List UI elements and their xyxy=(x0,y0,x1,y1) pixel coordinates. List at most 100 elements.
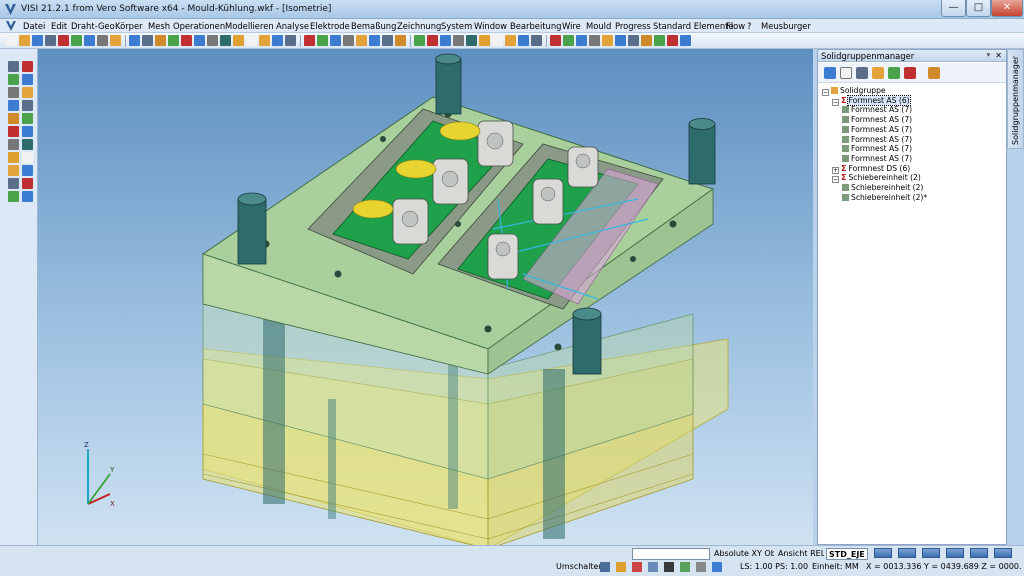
stop-icon[interactable] xyxy=(632,562,642,572)
tree-item[interactable]: Formnest AS (7) xyxy=(842,144,912,154)
toolbar-tool-icon[interactable] xyxy=(71,35,82,46)
toolbar-tool-icon[interactable] xyxy=(654,35,665,46)
toolbar-tool-icon[interactable] xyxy=(576,35,587,46)
toolbar-tool-icon[interactable] xyxy=(427,35,438,46)
menu-bemaßung[interactable]: Bemaßung xyxy=(350,19,397,33)
menu-wire[interactable]: Wire xyxy=(561,19,582,33)
side-tool-icon[interactable] xyxy=(22,61,33,72)
side-tool-icon[interactable] xyxy=(22,87,33,98)
menu-system[interactable]: System xyxy=(440,19,473,33)
side-tool-icon[interactable] xyxy=(22,191,33,202)
side-tool-icon[interactable] xyxy=(8,87,19,98)
pin-icon[interactable]: ᵠ xyxy=(987,50,990,62)
toolbar-tool-icon[interactable] xyxy=(343,35,354,46)
tree-item[interactable]: Schiebereinheit (2) xyxy=(842,183,923,193)
menu-mould[interactable]: Mould xyxy=(585,19,612,33)
tree-group[interactable]: + Σ Formnest DS (6) xyxy=(832,164,910,174)
tree-group[interactable]: − Σ Schiebereinheit (2) xyxy=(832,173,921,184)
toolbar-tool-icon[interactable] xyxy=(382,35,393,46)
toolbar-tool-icon[interactable] xyxy=(563,35,574,46)
toolbar-tool-icon[interactable] xyxy=(466,35,477,46)
menu-standard-elemente[interactable]: Standard Elemente xyxy=(652,19,735,33)
folder-icon[interactable] xyxy=(872,67,884,79)
toolbar-tool-icon[interactable] xyxy=(129,35,140,46)
toolbar-tool-icon[interactable] xyxy=(32,35,43,46)
collapse-icon[interactable]: − xyxy=(832,176,839,184)
menu-meusburger[interactable]: Meusburger xyxy=(760,19,812,33)
color-icon[interactable] xyxy=(904,67,916,79)
toolbar-tool-icon[interactable] xyxy=(531,35,542,46)
toolbar-tool-icon[interactable] xyxy=(641,35,652,46)
settings-icon[interactable] xyxy=(928,67,940,79)
status-button-2[interactable] xyxy=(898,548,916,558)
menu-datei[interactable]: Datei xyxy=(22,19,46,33)
toolbar-tool-icon[interactable] xyxy=(110,35,121,46)
toolbar-tool-icon[interactable] xyxy=(615,35,626,46)
side-tool-icon[interactable] xyxy=(8,113,19,124)
toolbar-tool-icon[interactable] xyxy=(550,35,561,46)
side-tool-icon[interactable] xyxy=(8,126,19,137)
status-button-6[interactable] xyxy=(994,548,1012,558)
toolbar-tool-icon[interactable] xyxy=(492,35,503,46)
tree-item[interactable]: Formnest AS (7) xyxy=(842,154,912,164)
toolbar-tool-icon[interactable] xyxy=(628,35,639,46)
maximize-button[interactable]: □ xyxy=(966,0,991,17)
print-icon[interactable] xyxy=(600,562,610,572)
panel-close-icon[interactable]: ✕ xyxy=(995,50,1002,62)
toolbar-tool-icon[interactable] xyxy=(58,35,69,46)
side-tool-icon[interactable] xyxy=(8,100,19,111)
menu-modellieren[interactable]: Modellieren xyxy=(224,19,275,33)
side-tool-icon[interactable] xyxy=(8,191,19,202)
monitor-icon[interactable] xyxy=(712,562,722,572)
toolbar-tool-icon[interactable] xyxy=(667,35,678,46)
tree-item[interactable]: Formnest AS (7) xyxy=(842,125,912,135)
toolbar-tool-icon[interactable] xyxy=(369,35,380,46)
snap-icon[interactable] xyxy=(616,562,626,572)
refresh-icon[interactable] xyxy=(824,67,836,79)
toolbar-tool-icon[interactable] xyxy=(285,35,296,46)
side-tool-icon[interactable] xyxy=(22,152,33,163)
menu-draht-geo[interactable]: Draht-Geo xyxy=(70,19,116,33)
3d-viewport[interactable]: Z X Y xyxy=(38,49,813,545)
menu-progress[interactable]: Progress xyxy=(614,19,652,33)
toolbar-tool-icon[interactable] xyxy=(317,35,328,46)
toolbar-tool-icon[interactable] xyxy=(194,35,205,46)
new-group-icon[interactable] xyxy=(840,67,852,79)
menu--[interactable]: ? xyxy=(746,19,752,33)
tree-root[interactable]: − Solidgruppe xyxy=(822,86,886,96)
tree-item[interactable]: Formnest AS (7) xyxy=(842,115,912,125)
toolbar-tool-icon[interactable] xyxy=(181,35,192,46)
mould-3d-model[interactable]: Z X Y xyxy=(38,49,813,545)
toolbar-tool-icon[interactable] xyxy=(84,35,95,46)
side-tool-icon[interactable] xyxy=(8,74,19,85)
menu-mesh[interactable]: Mesh xyxy=(147,19,171,33)
menu-körper[interactable]: Körper xyxy=(114,19,144,33)
toolbar-tool-icon[interactable] xyxy=(97,35,108,46)
filter-icon[interactable] xyxy=(888,67,900,79)
status-button-1[interactable] xyxy=(874,548,892,558)
save-icon[interactable] xyxy=(856,67,868,79)
toolbar-tool-icon[interactable] xyxy=(233,35,244,46)
layer-field[interactable]: STD_EJE xyxy=(826,548,868,560)
view-label[interactable]: Ansicht REL xyxy=(776,548,824,560)
side-tool-icon[interactable] xyxy=(22,139,33,150)
grid-icon[interactable] xyxy=(648,562,658,572)
command-input[interactable] xyxy=(632,548,710,560)
toolbar-tool-icon[interactable] xyxy=(680,35,691,46)
toolbar-tool-icon[interactable] xyxy=(207,35,218,46)
side-tab-solidgroup[interactable]: Solidgruppenmanager xyxy=(1007,49,1024,149)
tree-item[interactable]: Schiebereinheit (2)* xyxy=(842,193,927,203)
toolbar-tool-icon[interactable] xyxy=(518,35,529,46)
toggle-label[interactable]: Umschalten xyxy=(554,561,606,573)
toolbar-tool-icon[interactable] xyxy=(440,35,451,46)
menu-window[interactable]: Window xyxy=(473,19,508,33)
toolbar-tool-icon[interactable] xyxy=(6,35,17,46)
toolbar-tool-icon[interactable] xyxy=(479,35,490,46)
collapse-icon[interactable]: − xyxy=(832,98,839,106)
close-button[interactable]: ✕ xyxy=(991,0,1023,17)
toolbar-tool-icon[interactable] xyxy=(19,35,30,46)
title-bar[interactable]: VISI 21.2.1 from Vero Software x64 - Mou… xyxy=(0,0,1024,19)
tree-item[interactable]: Formnest AS (7) xyxy=(842,135,912,145)
menu-logo-icon[interactable] xyxy=(5,20,17,32)
toolbar-tool-icon[interactable] xyxy=(142,35,153,46)
